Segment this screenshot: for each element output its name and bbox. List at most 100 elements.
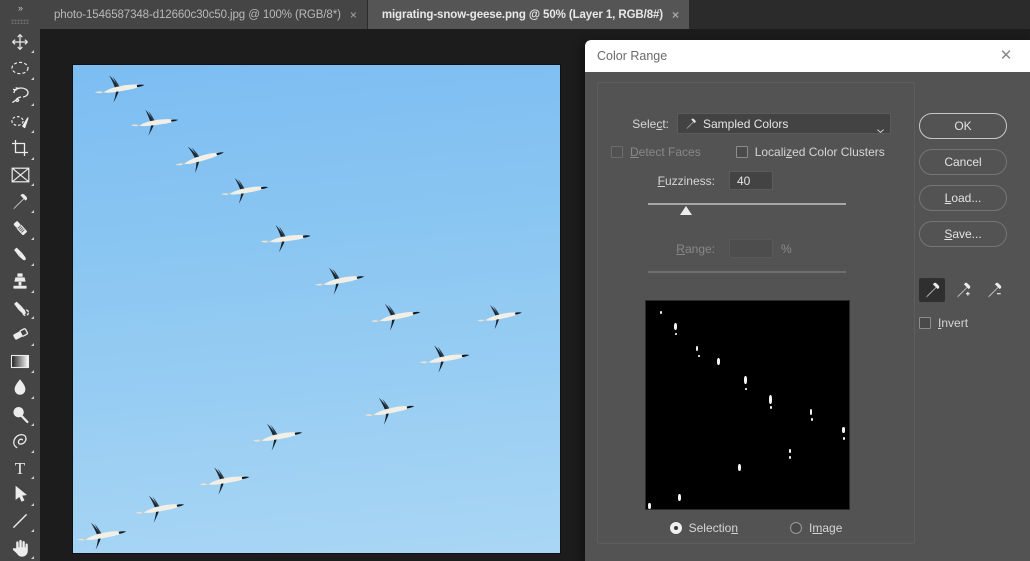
document-tab-bar: photo-1546587348-d12660c30c50.jpg @ 100%… [40,0,1030,29]
goose-5 [258,220,315,255]
chevron-down-icon [877,122,884,133]
document-tab-1-label: photo-1546587348-d12660c30c50.jpg @ 100%… [54,8,341,21]
preview-speck [745,388,747,390]
preview-speck [674,323,677,330]
fuzziness-label: Fuzziness: [657,173,715,188]
preview-speck [789,449,791,453]
brush-tool[interactable] [4,242,36,269]
path-selection-tool[interactable] [4,481,36,508]
cancel-button[interactable]: Cancel [919,149,1007,175]
image-canvas[interactable] [73,65,560,553]
frame-tool[interactable] [4,162,36,189]
fuzziness-value: 40 [737,173,751,188]
preview-mode-radio-group: Selection Image [597,521,915,535]
hand-tool[interactable] [4,534,36,561]
document-tab-2-label: migrating-snow-geese.png @ 50% (Layer 1,… [381,8,664,21]
eraser-tool[interactable] [4,321,36,348]
eyedropper-sample-icon [685,118,697,130]
tool-more-indicator [31,50,34,54]
preview-speck [810,409,812,415]
eyedropper-tool[interactable] [4,188,36,215]
select-dropdown[interactable]: Sampled Colors [677,113,891,134]
preview-speck [648,503,651,509]
fuzziness-input[interactable]: 40 [729,171,773,190]
fuzziness-row: Fuzziness: 40 [597,171,915,190]
preview-speck [717,358,720,365]
clone-stamp-tool[interactable] [4,268,36,295]
range-row: Range: % [597,239,915,258]
range-label: Range: [676,241,715,256]
select-value: Sampled Colors [703,116,789,131]
preview-speck [696,346,698,351]
close-icon[interactable]: ✕ [998,48,1014,64]
select-label: Select: [632,116,669,131]
preview-speck [675,333,677,335]
history-brush-tool[interactable] [4,295,36,322]
line-tool[interactable] [4,508,36,535]
preview-speck [744,376,747,384]
localized-color-clusters-label: Localized Color Clusters [754,145,885,159]
dodge-tool[interactable] [4,401,36,428]
crop-tool[interactable] [4,135,36,162]
selection-preview-thumbnail[interactable] [645,300,850,510]
elliptical-marquee-tool[interactable] [4,55,36,82]
select-row: Select: Sampled Colors [597,113,915,134]
range-slider [648,268,846,284]
image-radio-label: Image [809,521,843,535]
move-tool[interactable] [4,29,36,56]
photoshop-window: photo-1546587348-d12660c30c50.jpg @ 100%… [0,0,1030,561]
blur-tool[interactable] [4,375,36,402]
invert-box[interactable] [919,317,931,329]
preview-speck [698,355,700,357]
panel-drag-grip[interactable] [0,15,40,28]
range-slider-track [648,271,846,273]
eyedropper-button-group [919,278,1012,302]
document-tab-1[interactable]: photo-1546587348-d12660c30c50.jpg @ 100%… [40,0,368,29]
quick-selection-tool[interactable] [4,108,36,135]
selection-radio-label: Selection [688,521,738,535]
dialog-body: Select: Sampled Colors Detect Faces Loca… [585,72,1030,561]
detect-faces-checkbox: Detect Faces [611,145,701,159]
localized-color-clusters-checkbox[interactable]: Localized Color Clusters [735,145,885,159]
detect-faces-label: Detect Faces [630,145,701,159]
range-input [729,239,773,258]
collapse-panel-icon[interactable]: » [0,0,40,15]
preview-speck [738,464,741,471]
gradient-tool[interactable] [4,348,36,375]
dialog-titlebar[interactable]: Color Range ✕ [585,40,1030,72]
selection-radio-box[interactable] [669,522,682,534]
svg-text:T: T [15,459,26,477]
image-radio[interactable]: Image [790,521,842,535]
load-button[interactable]: Load... [919,185,1007,211]
localized-color-clusters-box[interactable] [735,146,748,158]
healing-brush-tool[interactable] [4,215,36,242]
checkbox-row: Detect Faces Localized Color Clusters [597,145,915,159]
preview-speck [789,456,791,459]
dialog-title: Color Range [597,49,668,63]
type-tool[interactable]: T [4,455,36,482]
fuzziness-slider[interactable] [648,200,846,216]
preview-speck [769,395,772,404]
selection-radio[interactable]: Selection [669,521,738,535]
color-range-dialog: Color Range ✕ Select: Sampled Colors Det… [585,40,1030,561]
preview-speck [843,437,845,440]
invert-checkbox[interactable]: Invert [919,316,968,330]
close-icon[interactable]: × [350,9,357,21]
dialog-button-column: OK Cancel Load... Save... [919,113,1017,257]
lasso-tool[interactable] [4,82,36,109]
image-radio-box[interactable] [790,522,802,534]
preview-speck [660,311,662,314]
preview-speck [842,427,845,433]
pen-tool[interactable] [4,428,36,455]
document-tab-2[interactable]: migrating-snow-geese.png @ 50% (Layer 1,… [367,0,691,29]
eyedropper-add-icon[interactable] [950,278,976,302]
close-icon[interactable]: × [672,9,679,21]
goose-2 [128,105,182,139]
preview-speck [811,418,813,421]
eyedropper-subtract-icon[interactable] [981,278,1007,302]
invert-label: Invert [938,316,969,330]
ok-button[interactable]: OK [919,113,1007,139]
eyedropper-sample-icon[interactable] [919,278,945,302]
fuzziness-slider-thumb[interactable] [679,206,692,215]
save-button[interactable]: Save... [919,221,1007,247]
